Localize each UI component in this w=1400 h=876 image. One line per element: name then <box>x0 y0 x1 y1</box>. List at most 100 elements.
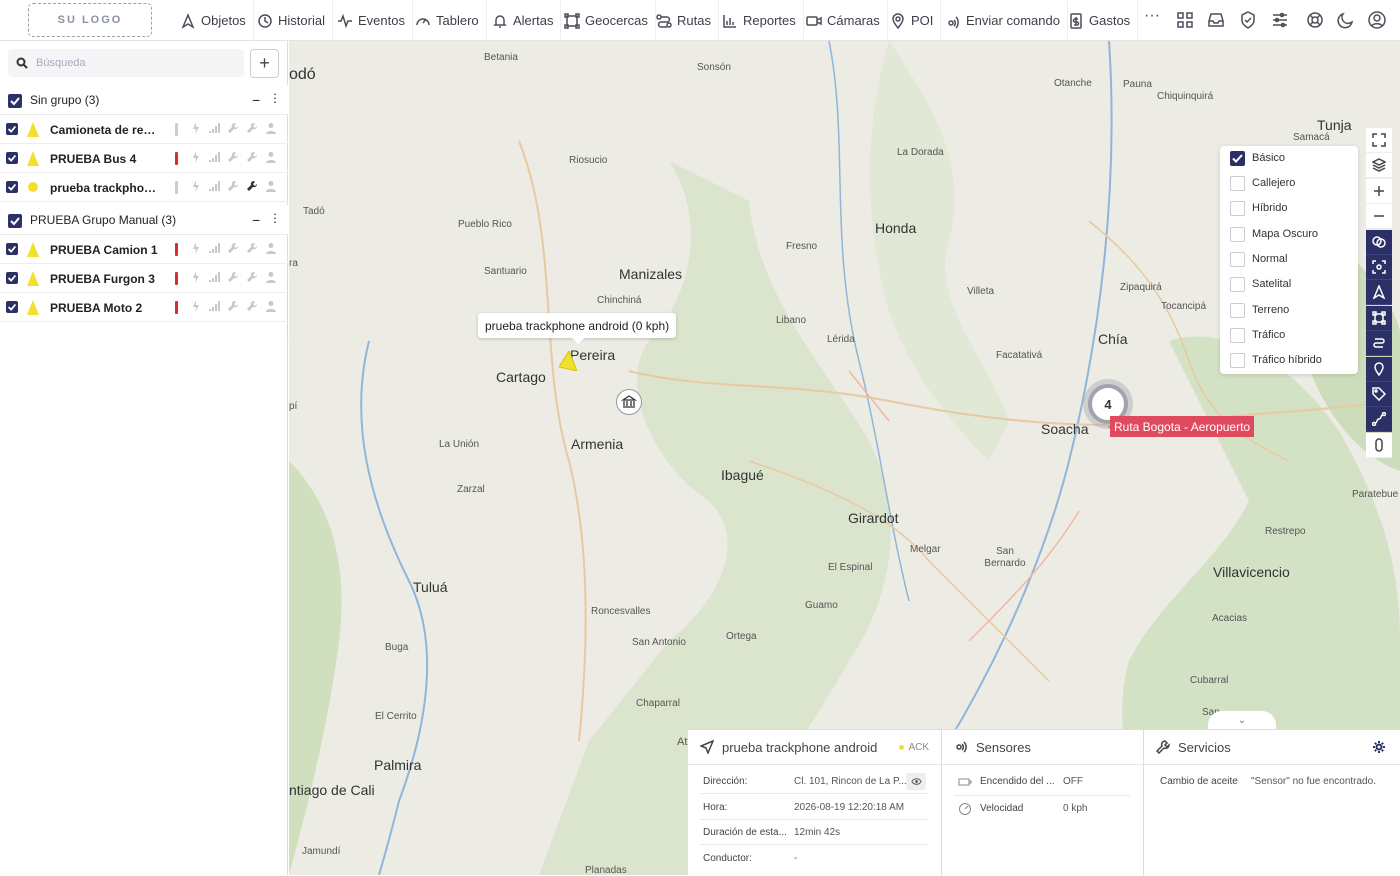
layer-checkbox[interactable] <box>1230 200 1245 216</box>
nav-poi[interactable]: POI <box>890 0 942 41</box>
group-menu-icon[interactable]: · · · <box>272 207 278 228</box>
object-checkbox[interactable] <box>6 152 18 164</box>
signal-icon[interactable] <box>208 151 220 163</box>
layers-button[interactable] <box>1366 153 1392 178</box>
wrench-icon[interactable] <box>246 271 258 283</box>
wrench-icon[interactable] <box>246 242 258 254</box>
driver-icon[interactable] <box>265 271 277 283</box>
object-checkbox[interactable] <box>6 243 18 255</box>
labels-toggle-button[interactable] <box>1366 382 1392 407</box>
nav-eventos[interactable]: Eventos <box>337 0 413 41</box>
nav-enviar-comando[interactable]: Enviar comando <box>945 0 1068 41</box>
object-row[interactable]: PRUEBA Furgon 3 <box>0 264 288 293</box>
object-checkbox[interactable] <box>6 181 18 193</box>
collapse-group-icon[interactable]: − <box>252 212 260 228</box>
routes-toggle-button[interactable] <box>1366 331 1392 356</box>
logo[interactable]: SU LOGO <box>28 3 152 37</box>
layer-option[interactable]: Mapa Oscuro <box>1230 225 1318 243</box>
wrench-icon[interactable] <box>246 151 258 163</box>
ack-badge[interactable]: ACK <box>899 742 929 753</box>
support-lifebuoy-icon[interactable] <box>1306 11 1324 29</box>
engine-icon[interactable] <box>190 180 202 192</box>
settings-sliders-icon[interactable] <box>1271 11 1289 29</box>
device-marker-arrow[interactable] <box>559 351 577 371</box>
nav-tablero[interactable]: Tablero <box>415 0 487 41</box>
group-checkbox[interactable] <box>8 214 22 228</box>
layer-checkbox[interactable] <box>1230 276 1245 292</box>
driver-icon[interactable] <box>265 122 277 134</box>
object-checkbox[interactable] <box>6 123 18 135</box>
nav-historial[interactable]: Historial <box>257 0 333 41</box>
focus-button[interactable] <box>1366 255 1392 280</box>
history-route-toggle-button[interactable] <box>1366 407 1392 432</box>
engine-icon[interactable] <box>190 151 202 163</box>
wrench-icon[interactable] <box>246 180 258 192</box>
layer-checkbox[interactable] <box>1230 226 1245 242</box>
nav-gastos[interactable]: Gastos <box>1068 0 1139 41</box>
object-row[interactable]: PRUEBA Moto 2 <box>0 293 288 322</box>
shield-check-icon[interactable] <box>1239 11 1257 29</box>
layer-checkbox[interactable] <box>1230 150 1245 166</box>
wrench-icon[interactable] <box>246 300 258 312</box>
tool-icon[interactable] <box>227 271 239 283</box>
search-input[interactable] <box>36 53 236 73</box>
layer-option[interactable]: Callejero <box>1230 174 1295 192</box>
layer-option[interactable]: Híbrido <box>1230 199 1287 217</box>
layer-option[interactable]: Tráfico <box>1230 326 1285 344</box>
driver-icon[interactable] <box>265 300 277 312</box>
object-row[interactable]: prueba trackphon... <box>0 173 288 202</box>
group-checkbox[interactable] <box>8 94 22 108</box>
signal-icon[interactable] <box>208 180 220 192</box>
tracking-toggle-button[interactable] <box>1366 433 1392 458</box>
geofences-toggle-button[interactable] <box>1366 306 1392 331</box>
object-row[interactable]: PRUEBA Camion 1 <box>0 235 288 264</box>
layer-checkbox[interactable] <box>1230 327 1245 343</box>
route-label[interactable]: Ruta Bogota - Aeropuerto <box>1110 416 1255 437</box>
tool-icon[interactable] <box>227 300 239 312</box>
eye-icon[interactable] <box>906 773 926 790</box>
layer-checkbox[interactable] <box>1230 251 1245 267</box>
group-header[interactable]: PRUEBA Grupo Manual (3) − · · · <box>0 205 288 235</box>
layer-option[interactable]: Tráfico híbrido <box>1230 351 1322 369</box>
driver-icon[interactable] <box>265 151 277 163</box>
object-checkbox[interactable] <box>6 301 18 313</box>
tool-icon[interactable] <box>227 151 239 163</box>
geofence-toggle-button[interactable] <box>1366 230 1392 255</box>
poi-toggle-button[interactable] <box>1366 357 1392 382</box>
driver-icon[interactable] <box>265 180 277 192</box>
tool-icon[interactable] <box>227 242 239 254</box>
layer-checkbox[interactable] <box>1230 352 1245 368</box>
objects-toggle-button[interactable] <box>1366 280 1392 305</box>
signal-icon[interactable] <box>208 242 220 254</box>
group-menu-icon[interactable]: · · · <box>272 87 278 108</box>
collapse-group-icon[interactable]: − <box>252 92 260 108</box>
nav-camaras[interactable]: Cámaras <box>806 0 888 41</box>
fullscreen-button[interactable] <box>1366 128 1392 153</box>
nav-reportes[interactable]: Reportes <box>722 0 804 41</box>
object-row[interactable]: Camioneta de rep... <box>0 115 288 144</box>
engine-icon[interactable] <box>190 242 202 254</box>
poi-bank-marker[interactable] <box>616 389 642 415</box>
more-icon[interactable]: ··· <box>1144 8 1162 29</box>
engine-icon[interactable] <box>190 300 202 312</box>
inbox-icon[interactable] <box>1207 11 1225 29</box>
zoom-out-button[interactable] <box>1366 204 1392 229</box>
object-row[interactable]: PRUEBA Bus 4 <box>0 144 288 173</box>
apps-grid-icon[interactable] <box>1176 11 1194 29</box>
nav-alertas[interactable]: Alertas <box>492 0 562 41</box>
layer-checkbox[interactable] <box>1230 175 1245 191</box>
tool-icon[interactable] <box>227 180 239 192</box>
driver-icon[interactable] <box>265 242 277 254</box>
nav-geocercas[interactable]: Geocercas <box>564 0 656 41</box>
layer-option[interactable]: Normal <box>1230 250 1287 268</box>
wrench-icon[interactable] <box>246 122 258 134</box>
moon-icon[interactable] <box>1337 11 1355 29</box>
layer-option[interactable]: Básico <box>1230 149 1285 167</box>
tool-icon[interactable] <box>227 122 239 134</box>
nav-rutas[interactable]: Rutas <box>656 0 719 41</box>
signal-icon[interactable] <box>208 122 220 134</box>
engine-icon[interactable] <box>190 271 202 283</box>
engine-icon[interactable] <box>190 122 202 134</box>
gear-icon[interactable] <box>1372 740 1386 754</box>
layer-option[interactable]: Satelital <box>1230 275 1291 293</box>
